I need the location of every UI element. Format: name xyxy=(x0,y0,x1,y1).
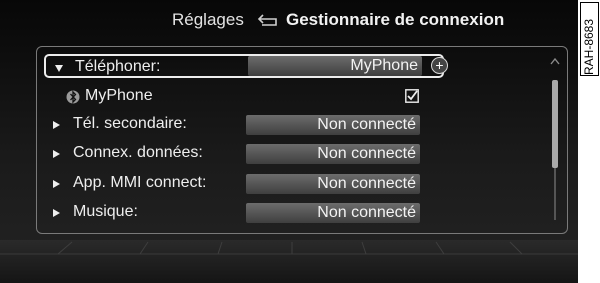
row-label: Téléphoner: xyxy=(75,58,161,75)
row-label: Tél. secondaire: xyxy=(73,115,187,132)
mmi-screen: Réglages Gestionnaire de connexion Télép… xyxy=(0,0,578,283)
row-label: Musique: xyxy=(73,203,138,220)
scroll-up-icon[interactable] xyxy=(550,56,560,66)
row-value-field[interactable]: Non connecté xyxy=(246,203,420,223)
reference-code: RAH-8683 xyxy=(580,2,599,76)
collapsed-arrow-icon xyxy=(53,121,60,129)
checkbox-checked-icon[interactable] xyxy=(405,89,419,103)
row-connex-donnees[interactable]: Connex. données: Non connecté xyxy=(44,142,444,166)
breadcrumb: Réglages Gestionnaire de connexion xyxy=(0,0,578,42)
return-arrow-icon xyxy=(257,14,277,26)
expand-arrow-icon xyxy=(55,65,63,72)
bluetooth-icon xyxy=(66,90,80,104)
row-label: App. MMI connect: xyxy=(73,174,207,191)
row-telephoner[interactable]: Téléphoner: MyPhone xyxy=(44,54,444,78)
row-value-field[interactable]: Non connecté xyxy=(246,115,420,135)
row-tel-secondaire[interactable]: Tél. secondaire: Non connecté xyxy=(44,113,444,137)
row-value-field[interactable]: Non connecté xyxy=(246,174,420,194)
device-label: MyPhone xyxy=(85,87,153,104)
breadcrumb-parent[interactable]: Réglages xyxy=(172,10,244,30)
reference-code-text: RAH-8683 xyxy=(582,18,596,75)
collapsed-arrow-icon xyxy=(53,180,60,188)
device-myphone[interactable]: MyPhone xyxy=(66,86,426,108)
page-title: Gestionnaire de connexion xyxy=(286,10,505,29)
row-value-field[interactable]: Non connecté xyxy=(246,144,420,164)
row-musique[interactable]: Musique: Non connecté xyxy=(44,201,444,225)
row-value-field[interactable]: MyPhone xyxy=(248,56,422,76)
bottom-softkey-bar xyxy=(0,240,578,283)
plus-icon[interactable]: + xyxy=(431,57,448,74)
row-app-mmi-connect[interactable]: App. MMI connect: Non connecté xyxy=(44,172,444,196)
collapsed-arrow-icon xyxy=(53,150,60,158)
collapsed-arrow-icon xyxy=(53,209,60,217)
row-label: Connex. données: xyxy=(73,144,203,161)
scrollbar[interactable] xyxy=(552,80,558,220)
